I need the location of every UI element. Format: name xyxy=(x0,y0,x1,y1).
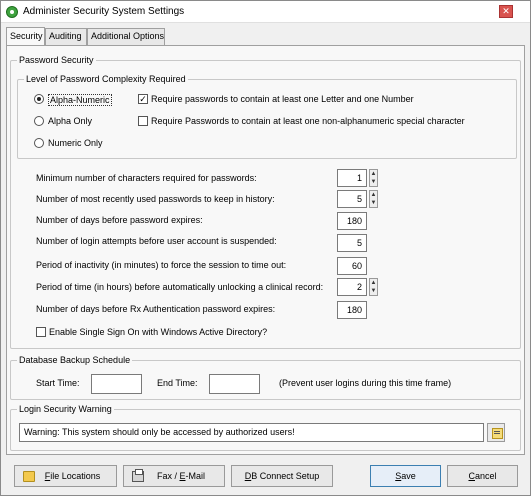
window-title: Administer Security System Settings xyxy=(23,6,185,17)
radio-numeric-only[interactable] xyxy=(34,138,44,148)
radio-numeric-only-label[interactable]: Numeric Only xyxy=(48,138,103,148)
security-tab-panel: Password Security Level of Password Comp… xyxy=(6,45,525,455)
save-button[interactable]: Save xyxy=(370,465,441,487)
folder-icon xyxy=(23,471,35,482)
printer-icon xyxy=(132,469,144,482)
require-letter-number-checkbox[interactable]: ✓ xyxy=(138,94,148,104)
rx-auth-expiry-label: Number of days before Rx Authentication … xyxy=(36,304,276,314)
file-locations-button[interactable]: File Locations xyxy=(14,465,117,487)
password-security-title: Password Security xyxy=(17,55,96,65)
login-attempts-input[interactable]: 5 xyxy=(337,234,367,252)
sso-label[interactable]: Enable Single Sign On with Windows Activ… xyxy=(49,327,267,337)
spin-down-icon[interactable]: ▼ xyxy=(370,287,377,295)
start-time-input[interactable] xyxy=(91,374,142,394)
min-chars-label: Minimum number of characters required fo… xyxy=(36,173,257,183)
fax-email-button[interactable]: Fax / E-Mail xyxy=(123,465,225,487)
unlock-record-label: Period of time (in hours) before automat… xyxy=(36,282,324,292)
password-expiry-input[interactable]: 180 xyxy=(337,212,367,230)
spin-up-icon[interactable]: ▲ xyxy=(370,191,377,199)
inactivity-timeout-input[interactable]: 60 xyxy=(337,257,367,275)
tab-auditing[interactable]: Auditing xyxy=(45,28,87,45)
require-letter-number-label[interactable]: Require passwords to contain at least on… xyxy=(151,94,414,104)
login-warning-input[interactable]: Warning: This system should only be acce… xyxy=(19,423,484,442)
tab-security[interactable]: Security xyxy=(6,27,45,45)
spin-down-icon[interactable]: ▼ xyxy=(370,178,377,186)
login-attempts-label: Number of login attempts before user acc… xyxy=(36,236,277,246)
radio-alpha-numeric[interactable] xyxy=(34,94,44,104)
require-special-label[interactable]: Require Passwords to contain at least on… xyxy=(151,116,465,126)
settings-window: Administer Security System Settings ✕ Se… xyxy=(0,0,531,496)
password-history-spinner[interactable]: ▲ ▼ xyxy=(369,190,378,208)
unlock-record-spinner[interactable]: ▲ ▼ xyxy=(369,278,378,296)
start-time-label: Start Time: xyxy=(36,378,80,388)
rx-auth-expiry-input[interactable]: 180 xyxy=(337,301,367,319)
min-chars-spinner[interactable]: ▲ ▼ xyxy=(369,169,378,187)
sso-checkbox[interactable] xyxy=(36,327,46,337)
edit-warning-icon[interactable] xyxy=(487,423,505,442)
end-time-input[interactable] xyxy=(209,374,260,394)
backup-schedule-title: Database Backup Schedule xyxy=(17,355,133,365)
end-time-label: End Time: xyxy=(157,378,198,388)
login-warning-title: Login Security Warning xyxy=(17,404,114,414)
require-special-checkbox[interactable] xyxy=(138,116,148,126)
radio-alpha-only[interactable] xyxy=(34,116,44,126)
password-history-label: Number of most recently used passwords t… xyxy=(36,194,275,204)
cancel-button[interactable]: Cancel xyxy=(447,465,518,487)
spin-up-icon[interactable]: ▲ xyxy=(370,279,377,287)
min-chars-input[interactable]: 1 xyxy=(337,169,367,187)
close-button[interactable]: ✕ xyxy=(499,5,513,18)
title-bar: Administer Security System Settings ✕ xyxy=(1,1,530,23)
complexity-title: Level of Password Complexity Required xyxy=(24,74,188,84)
app-icon xyxy=(6,6,18,18)
unlock-record-input[interactable]: 2 xyxy=(337,278,367,296)
db-connect-setup-button[interactable]: DB Connect Setup xyxy=(231,465,333,487)
tab-additional-options[interactable]: Additional Options xyxy=(87,28,165,45)
radio-alpha-numeric-label[interactable]: Alpha-Numeric xyxy=(48,94,112,106)
backup-note: (Prevent user logins during this time fr… xyxy=(279,378,452,388)
radio-alpha-only-label[interactable]: Alpha Only xyxy=(48,116,92,126)
spin-down-icon[interactable]: ▼ xyxy=(370,199,377,207)
password-history-input[interactable]: 5 xyxy=(337,190,367,208)
password-expiry-label: Number of days before password expires: xyxy=(36,215,203,225)
inactivity-timeout-label: Period of inactivity (in minutes) to for… xyxy=(36,260,287,270)
spin-up-icon[interactable]: ▲ xyxy=(370,170,377,178)
